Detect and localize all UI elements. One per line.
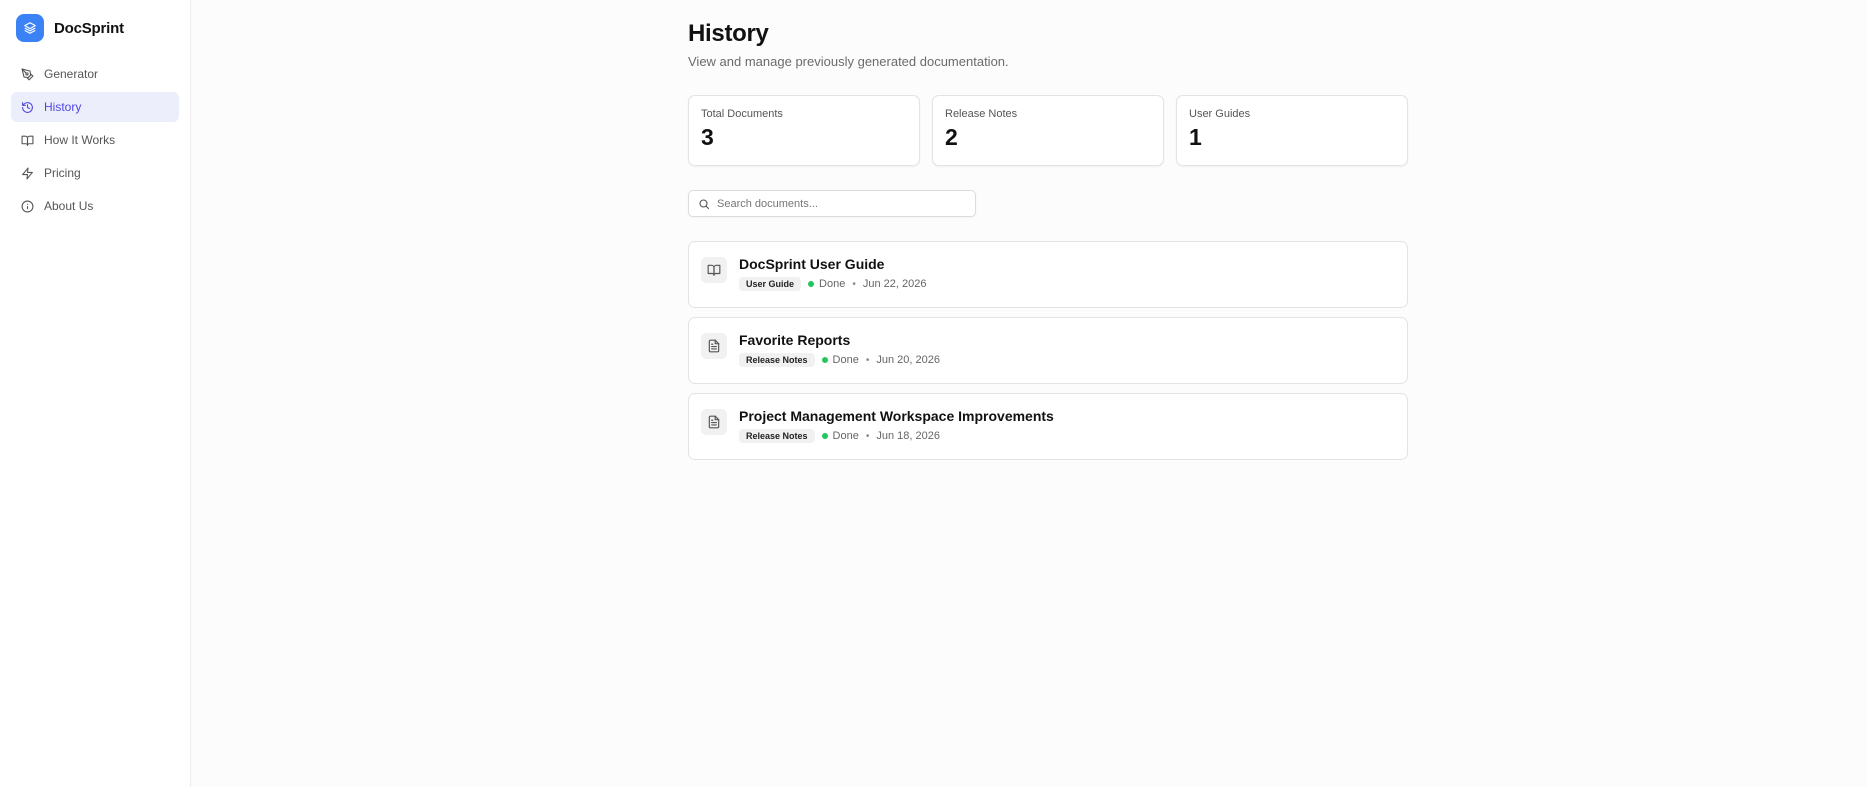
stat-label: Release Notes	[945, 108, 1018, 120]
info-icon	[21, 200, 34, 212]
document-date: Jun 22, 2026	[862, 278, 927, 290]
document-type-tag: Release Notes	[739, 353, 815, 367]
brand-name: DocSprint	[54, 19, 124, 37]
document-type-tag: Release Notes	[739, 429, 815, 443]
sidebar-item-label: About Us	[44, 199, 94, 213]
status-label: Done	[832, 430, 859, 442]
book-open-icon	[701, 257, 727, 283]
history-icon	[22, 101, 33, 113]
stat-value: 1	[1189, 124, 1202, 150]
status-dot	[821, 357, 828, 363]
document-row[interactable]: Project Management Workspace Improvement…	[688, 393, 1408, 460]
sidebar-item-label: History	[44, 100, 82, 114]
sidebar-item-label: How It Works	[44, 133, 116, 147]
document-row[interactable]: DocSprint User Guide User Guide Done • J…	[688, 241, 1408, 308]
sidebar: DocSprint Generator History How It Works…	[0, 0, 191, 787]
document-date: Jun 18, 2026	[876, 430, 940, 442]
brand[interactable]: DocSprint	[16, 14, 124, 42]
document-date: Jun 20, 2026	[876, 354, 940, 366]
sidebar-item-about-us[interactable]: About Us	[11, 191, 179, 221]
stat-label: Total Documents	[701, 108, 783, 120]
document-meta: User Guide Done • Jun 22, 2026	[739, 277, 926, 291]
page-subtitle: View and manage previously generated doc…	[688, 54, 1009, 69]
sidebar-nav: Generator History How It Works Pricing A…	[11, 59, 179, 224]
page-title: History	[688, 20, 769, 47]
search-input[interactable]	[717, 197, 966, 210]
zap-icon	[22, 167, 33, 179]
file-text-icon	[701, 333, 727, 359]
separator-dot: •	[852, 278, 856, 290]
stat-value: 3	[701, 124, 714, 150]
stats-row: Total Documents 3 Release Notes 2 User G…	[688, 95, 1408, 166]
document-title: Favorite Reports	[739, 332, 851, 348]
document-status: Done	[808, 278, 845, 290]
document-status: Done	[821, 430, 859, 442]
sidebar-item-label: Pricing	[44, 166, 81, 180]
sidebar-item-label: Generator	[44, 67, 99, 81]
sidebar-item-how-it-works[interactable]: How It Works	[11, 125, 179, 155]
stat-card-user-guides: User Guides 1	[1176, 95, 1408, 166]
document-meta: Release Notes Done • Jun 18, 2026	[739, 429, 1054, 443]
stat-card-release-notes: Release Notes 2	[932, 95, 1164, 166]
document-list: DocSprint User Guide User Guide Done • J…	[688, 241, 1408, 469]
document-meta: Release Notes Done • Jun 20, 2026	[739, 353, 940, 367]
document-type-tag: User Guide	[739, 277, 802, 291]
separator-dot: •	[865, 354, 870, 366]
search-box[interactable]	[688, 190, 976, 217]
document-row[interactable]: Favorite Reports Release Notes Done • Ju…	[688, 317, 1408, 384]
stat-value: 2	[945, 124, 958, 150]
sidebar-item-pricing[interactable]: Pricing	[11, 158, 179, 188]
sidebar-item-generator[interactable]: Generator	[11, 59, 179, 89]
separator-dot: •	[865, 430, 870, 442]
document-title: DocSprint User Guide	[739, 256, 885, 272]
book-open-icon	[21, 135, 34, 146]
document-title: Project Management Workspace Improvement…	[739, 408, 1054, 424]
layers-icon	[16, 14, 44, 42]
status-dot	[808, 281, 815, 287]
stat-label: User Guides	[1189, 108, 1251, 120]
status-label: Done	[819, 278, 846, 290]
search-icon	[699, 198, 710, 209]
document-status: Done	[821, 354, 859, 366]
sidebar-item-history[interactable]: History	[11, 92, 179, 122]
pen-tool-icon	[21, 68, 34, 80]
stat-card-total-documents: Total Documents 3	[688, 95, 920, 166]
status-label: Done	[832, 354, 859, 366]
status-dot	[821, 433, 828, 439]
file-text-icon	[701, 409, 727, 435]
